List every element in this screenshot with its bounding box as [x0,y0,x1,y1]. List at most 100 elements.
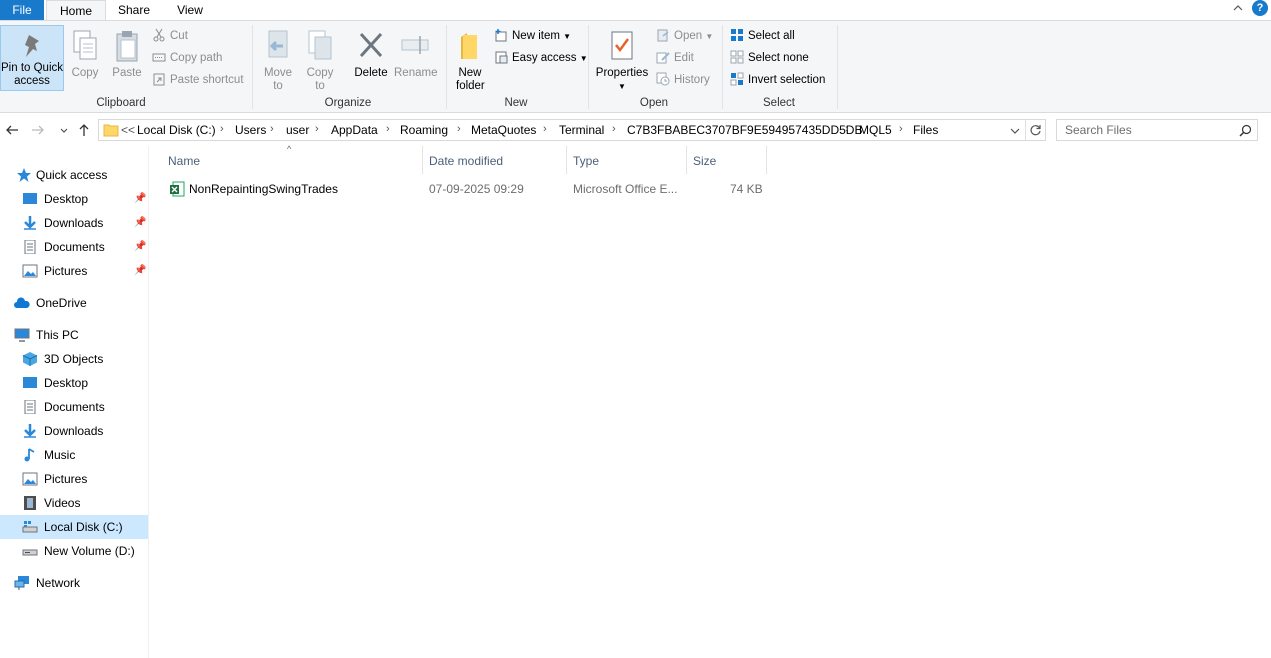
breadcrumb-chevron-icon[interactable]: › [457,123,461,135]
sidebar-item-desktop-pinned[interactable]: Desktop 📌 [0,187,148,211]
refresh-icon[interactable] [1029,124,1042,137]
delete-button[interactable]: Delete [352,23,390,80]
ribbon-separator [722,25,723,109]
help-icon[interactable]: ? [1252,0,1268,16]
sidebar-item-music[interactable]: Music [0,443,148,467]
copy-label: Copy [71,67,99,79]
address-bar[interactable]: << Local Disk (C:) › Users › user › AppD… [98,119,1046,141]
sidebar-item-documents[interactable]: Documents [0,395,148,419]
sidebar-label: Pictures [44,264,88,278]
sidebar-item-pictures-pinned[interactable]: Pictures 📌 [0,259,148,283]
breadcrumb-chevron-icon[interactable]: › [270,123,274,135]
sidebar-item-this-pc[interactable]: This PC [0,323,148,347]
sidebar-item-quick-access[interactable]: Quick access [0,163,148,187]
column-header-date-modified[interactable]: Date modified [429,146,503,176]
breadcrumb-metaquotes[interactable]: MetaQuotes [471,123,536,137]
copy-to-button[interactable]: Copy to [302,23,338,93]
breadcrumb-appdata[interactable]: AppData [331,123,378,137]
breadcrumb-overflow[interactable]: << [121,123,135,137]
properties-button[interactable]: Properties ▼ [594,23,650,93]
breadcrumb-files[interactable]: Files [913,123,938,137]
sidebar-item-desktop[interactable]: Desktop [0,371,148,395]
pin-to-quick-access-button[interactable]: Pin to Quick access [0,25,64,91]
sidebar-item-onedrive[interactable]: OneDrive [0,291,148,315]
network-icon [14,576,29,590]
copy-path-button[interactable]: Copy path [152,48,222,68]
search-placeholder: Search Files [1065,123,1132,137]
rename-button[interactable]: Rename [394,23,437,80]
tab-home[interactable]: Home [46,0,106,21]
breadcrumb-terminal[interactable]: Terminal [559,123,604,137]
sidebar-item-videos[interactable]: Videos [0,491,148,515]
invert-selection-icon [730,72,744,86]
sidebar-item-documents-pinned[interactable]: Documents 📌 [0,235,148,259]
rename-icon [401,36,429,54]
tab-file[interactable]: File [0,0,44,20]
tab-share[interactable]: Share [108,0,160,20]
sidebar-item-downloads-pinned[interactable]: Downloads 📌 [0,211,148,235]
column-header-name[interactable]: Name [168,146,200,176]
breadcrumb-users[interactable]: Users [235,123,266,137]
breadcrumb-chevron-icon[interactable]: › [386,123,390,135]
sidebar-item-downloads[interactable]: Downloads [0,419,148,443]
new-folder-button[interactable]: New folder [452,23,488,93]
pin-icon [25,35,39,57]
column-header-type[interactable]: Type [573,146,599,176]
ribbon-tabs: File Home Share View ? [0,0,1271,21]
breadcrumb-chevron-icon[interactable]: › [220,123,224,135]
copy-icon [73,30,97,60]
breadcrumb-chevron-icon[interactable]: › [315,123,319,135]
column-divider[interactable] [686,146,687,174]
copy-button[interactable]: Copy [68,23,102,80]
dropdown-arrow-icon: ▼ [618,82,626,91]
easy-access-button[interactable]: Easy access ▼ [494,48,588,68]
breadcrumb-local-disk[interactable]: Local Disk (C:) [137,123,216,137]
new-item-button[interactable]: New item ▼ [494,26,571,46]
paste-shortcut-button[interactable]: Paste shortcut [152,70,244,90]
breadcrumb-chevron-icon[interactable]: › [543,123,547,135]
column-divider[interactable] [422,146,423,174]
column-header-size[interactable]: Size [693,146,716,176]
breadcrumb-terminal-id[interactable]: C7B3FBABEC3707BF9E594957435DD5DB [627,123,862,137]
breadcrumb-chevron-icon[interactable]: › [612,123,616,135]
download-arrow-icon [24,424,36,438]
drive-icon [22,521,38,533]
breadcrumb-chevron-icon[interactable]: › [845,123,849,135]
desktop-icon [23,377,37,388]
open-button[interactable]: Open ▼ [656,26,713,46]
folder-icon [103,124,119,137]
table-row[interactable]: NonRepaintingSwingTrades 07-09-2025 09:2… [160,178,770,200]
select-none-button[interactable]: Select none [730,48,809,68]
sidebar-item-local-disk-c[interactable]: Local Disk (C:) [0,515,148,539]
search-input[interactable]: Search Files [1056,119,1258,141]
collapse-ribbon-icon[interactable] [1232,2,1244,14]
up-arrow-icon[interactable] [76,122,92,138]
copy-path-icon [152,50,166,64]
sidebar-item-pictures[interactable]: Pictures [0,467,148,491]
paste-button[interactable]: Paste [110,23,144,80]
breadcrumb-mql5[interactable]: MQL5 [859,123,892,137]
select-all-label: Select all [748,30,795,42]
column-divider[interactable] [566,146,567,174]
move-to-button[interactable]: Move to [260,23,296,93]
back-arrow-icon[interactable] [4,122,20,138]
history-button[interactable]: History [656,70,710,90]
edit-button[interactable]: Edit [656,48,694,68]
cut-button[interactable]: Cut [152,26,188,46]
search-icon[interactable] [1239,124,1252,137]
invert-selection-button[interactable]: Invert selection [730,70,825,90]
sidebar-item-3d-objects[interactable]: 3D Objects [0,347,148,371]
sidebar-label: Network [36,576,81,590]
recent-locations-icon[interactable] [56,122,72,138]
forward-arrow-icon[interactable] [30,122,46,138]
breadcrumb-chevron-icon[interactable]: › [899,123,903,135]
breadcrumb-user[interactable]: user [286,123,309,137]
sidebar-item-new-volume-d[interactable]: New Volume (D:) [0,539,148,563]
tab-view[interactable]: View [164,0,216,20]
select-all-button[interactable]: Select all [730,26,795,46]
column-divider[interactable] [766,146,767,174]
breadcrumb-roaming[interactable]: Roaming [400,123,448,137]
address-dropdown-icon[interactable] [1009,125,1021,137]
sidebar-item-network[interactable]: Network [0,571,148,595]
pictures-icon [22,472,38,486]
